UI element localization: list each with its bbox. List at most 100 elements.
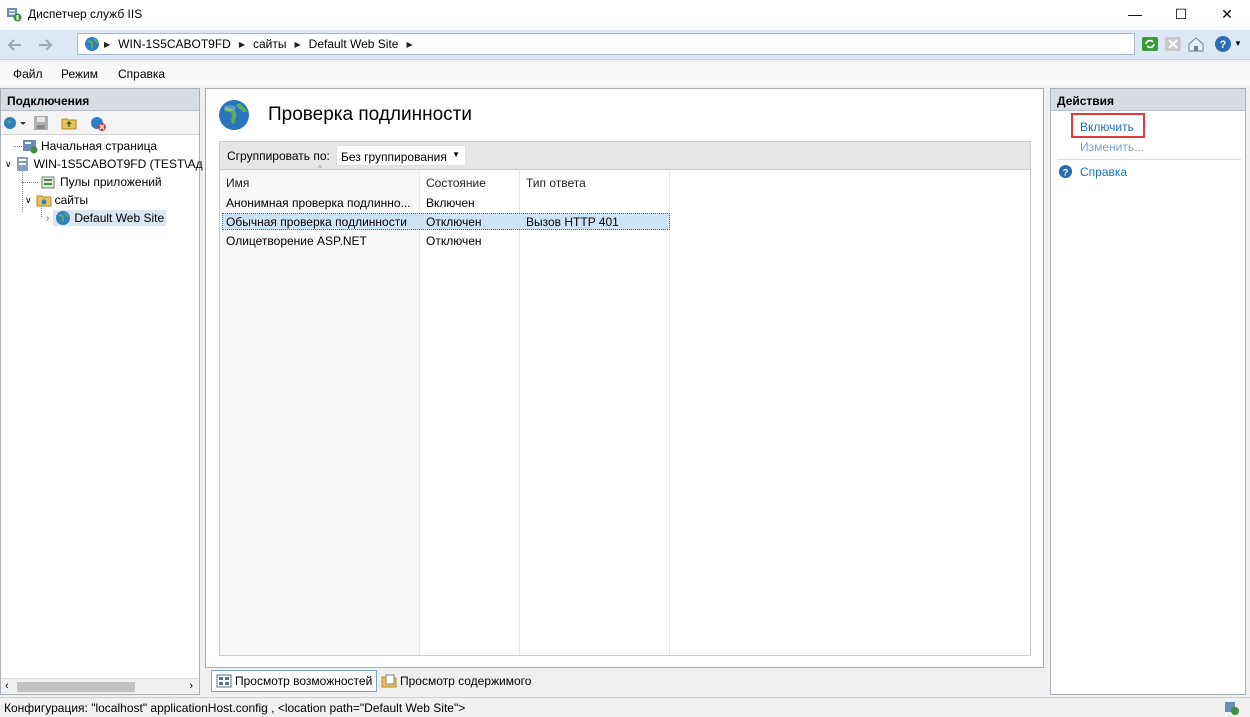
start-page-icon bbox=[23, 140, 38, 154]
tab-label: Просмотр содержимого bbox=[400, 674, 532, 688]
disconnect-icon[interactable] bbox=[89, 115, 107, 131]
title-bar: Диспетчер служб IIS — ☐ ✕ bbox=[0, 0, 1250, 30]
home-icon[interactable] bbox=[1187, 35, 1205, 53]
tree-item-app-pools[interactable]: Пулы приложений bbox=[41, 174, 162, 190]
maximize-button[interactable]: ☐ bbox=[1158, 0, 1204, 28]
action-enable[interactable]: Включить bbox=[1080, 120, 1134, 134]
cell-state: Отключен bbox=[426, 215, 482, 229]
view-tabs: Просмотр возможностей Просмотр содержимо… bbox=[205, 670, 1044, 692]
menu-file[interactable]: Файл bbox=[13, 67, 43, 81]
collapse-chevron-icon[interactable]: ∨ bbox=[5, 159, 12, 170]
svg-text:?: ? bbox=[1063, 167, 1069, 177]
connections-panel: Подключения Начальная страница ∨ WIN-1S5… bbox=[0, 88, 203, 695]
menu-view[interactable]: Режим bbox=[61, 67, 98, 81]
features-view-icon bbox=[216, 674, 232, 688]
scroll-right-icon[interactable]: › bbox=[189, 680, 193, 692]
breadcrumb-server[interactable]: WIN-1S5CABOT9FD bbox=[118, 37, 231, 51]
group-by-select[interactable]: Без группирования ▼ bbox=[336, 145, 466, 166]
cell-response: Вызов HTTP 401 bbox=[526, 215, 619, 229]
connect-icon[interactable] bbox=[3, 115, 27, 131]
actions-header: Действия bbox=[1051, 89, 1245, 111]
tree-item-label: сайты bbox=[54, 193, 89, 207]
horizontal-scrollbar[interactable]: ‹ › bbox=[1, 678, 199, 694]
tree-item-server[interactable]: ∨ WIN-1S5CABOT9FD (TEST\Ад bbox=[5, 156, 203, 172]
tab-label: Просмотр возможностей bbox=[235, 674, 373, 688]
connections-header: Подключения bbox=[1, 89, 199, 111]
tree-item-selection: Default Web Site bbox=[53, 210, 167, 226]
group-by-label: Сгруппировать по: bbox=[227, 149, 330, 163]
refresh-icon[interactable] bbox=[1141, 35, 1159, 53]
collapse-chevron-icon[interactable]: ∨ bbox=[25, 195, 32, 206]
breadcrumb-sites[interactable]: сайты bbox=[253, 37, 287, 51]
save-icon[interactable] bbox=[33, 115, 49, 131]
breadcrumb-separator-icon: ▶ bbox=[238, 39, 245, 49]
tree-item-label: Пулы приложений bbox=[60, 175, 162, 189]
tree-item-label: WIN-1S5CABOT9FD (TEST\Ад bbox=[33, 157, 203, 171]
status-server-icon bbox=[1225, 702, 1239, 715]
up-folder-icon[interactable] bbox=[61, 115, 77, 131]
minimize-button[interactable]: — bbox=[1112, 0, 1158, 28]
forward-button[interactable] bbox=[33, 34, 57, 56]
help-dropdown-icon[interactable]: ▼ bbox=[1234, 39, 1242, 48]
table-row[interactable]: Анонимная проверка подлинно... Включен bbox=[222, 194, 670, 211]
tree-item-sites[interactable]: ∨ сайты bbox=[25, 192, 88, 208]
action-edit[interactable]: Изменить... bbox=[1080, 140, 1144, 154]
sort-ascending-icon: ^ bbox=[318, 164, 322, 173]
connections-toolbar bbox=[1, 111, 199, 135]
forward-arrow-icon bbox=[39, 39, 53, 51]
breadcrumb-site[interactable]: Default Web Site bbox=[309, 37, 399, 51]
iis-manager-icon bbox=[7, 8, 22, 22]
content-view-icon bbox=[381, 674, 397, 688]
cell-name: Анонимная проверка подлинно... bbox=[226, 196, 411, 210]
sites-folder-icon bbox=[36, 195, 52, 207]
menu-bar: Файл Режим Справка bbox=[0, 62, 1250, 86]
cell-name: Обычная проверка подлинности bbox=[226, 215, 407, 229]
breadcrumb-separator-icon: ▶ bbox=[406, 39, 413, 49]
stop-icon[interactable] bbox=[1164, 35, 1182, 53]
status-text: Конфигурация: "localhost" applicationHos… bbox=[4, 701, 466, 715]
actions-panel: Действия Включить Изменить... ? Справка bbox=[1050, 88, 1246, 695]
tab-features-view[interactable]: Просмотр возможностей bbox=[211, 670, 378, 692]
tree-item-label: Default Web Site bbox=[74, 211, 165, 225]
group-by-value: Без группирования bbox=[341, 150, 447, 164]
tree-item-start-page[interactable]: Начальная страница bbox=[22, 138, 157, 154]
address-bar: ▶ WIN-1S5CABOT9FD ▶ сайты ▶ Default Web … bbox=[0, 30, 1250, 60]
scrollbar-thumb[interactable] bbox=[17, 682, 135, 692]
authentication-globe-icon bbox=[219, 100, 249, 130]
feature-panel: Проверка подлинности Сгруппировать по: Б… bbox=[205, 88, 1044, 668]
back-button[interactable] bbox=[3, 34, 27, 56]
cell-state: Отключен bbox=[426, 234, 482, 248]
svg-text:?: ? bbox=[1220, 39, 1227, 51]
authentication-list: ^ Имя Состояние Тип ответа Анонимная про… bbox=[219, 164, 1031, 656]
column-header-state[interactable]: Состояние bbox=[426, 176, 486, 190]
back-arrow-icon bbox=[7, 39, 21, 51]
tree-item-label: Начальная страница bbox=[41, 139, 158, 153]
action-help[interactable]: Справка bbox=[1080, 165, 1127, 179]
app-pools-icon bbox=[41, 176, 55, 189]
page-title: Проверка подлинности bbox=[268, 104, 472, 125]
dropdown-caret-icon: ▼ bbox=[452, 150, 460, 159]
address-field[interactable]: ▶ WIN-1S5CABOT9FD ▶ сайты ▶ Default Web … bbox=[77, 33, 1135, 55]
scroll-left-icon[interactable]: ‹ bbox=[5, 680, 9, 692]
window-title: Диспетчер служб IIS bbox=[28, 7, 143, 21]
table-row[interactable]: Олицетворение ASP.NET Отключен bbox=[222, 232, 670, 249]
column-header-response[interactable]: Тип ответа bbox=[526, 176, 586, 190]
globe-icon bbox=[56, 211, 71, 225]
server-icon bbox=[16, 157, 28, 171]
help-icon[interactable]: ? bbox=[1058, 164, 1073, 179]
cell-name: Олицетворение ASP.NET bbox=[226, 234, 367, 248]
breadcrumb-separator-icon: ▶ bbox=[294, 39, 301, 49]
help-icon[interactable]: ? bbox=[1214, 35, 1232, 53]
column-header-name[interactable]: Имя bbox=[226, 176, 249, 190]
tree-item-default-web-site[interactable]: › Default Web Site bbox=[46, 210, 167, 226]
group-by-bar: Сгруппировать по: Без группирования ▼ bbox=[219, 141, 1031, 170]
expand-chevron-icon[interactable]: › bbox=[46, 213, 49, 224]
status-bar: Конфигурация: "localhost" applicationHos… bbox=[0, 697, 1250, 717]
globe-icon bbox=[85, 37, 99, 51]
breadcrumb-separator-icon: ▶ bbox=[104, 39, 111, 49]
tab-content-view[interactable]: Просмотр содержимого bbox=[377, 670, 535, 692]
table-row-selected[interactable]: Обычная проверка подлинности Отключен Вы… bbox=[222, 213, 670, 230]
close-button[interactable]: ✕ bbox=[1204, 0, 1250, 28]
menu-help[interactable]: Справка bbox=[118, 67, 165, 81]
cell-state: Включен bbox=[426, 196, 475, 210]
